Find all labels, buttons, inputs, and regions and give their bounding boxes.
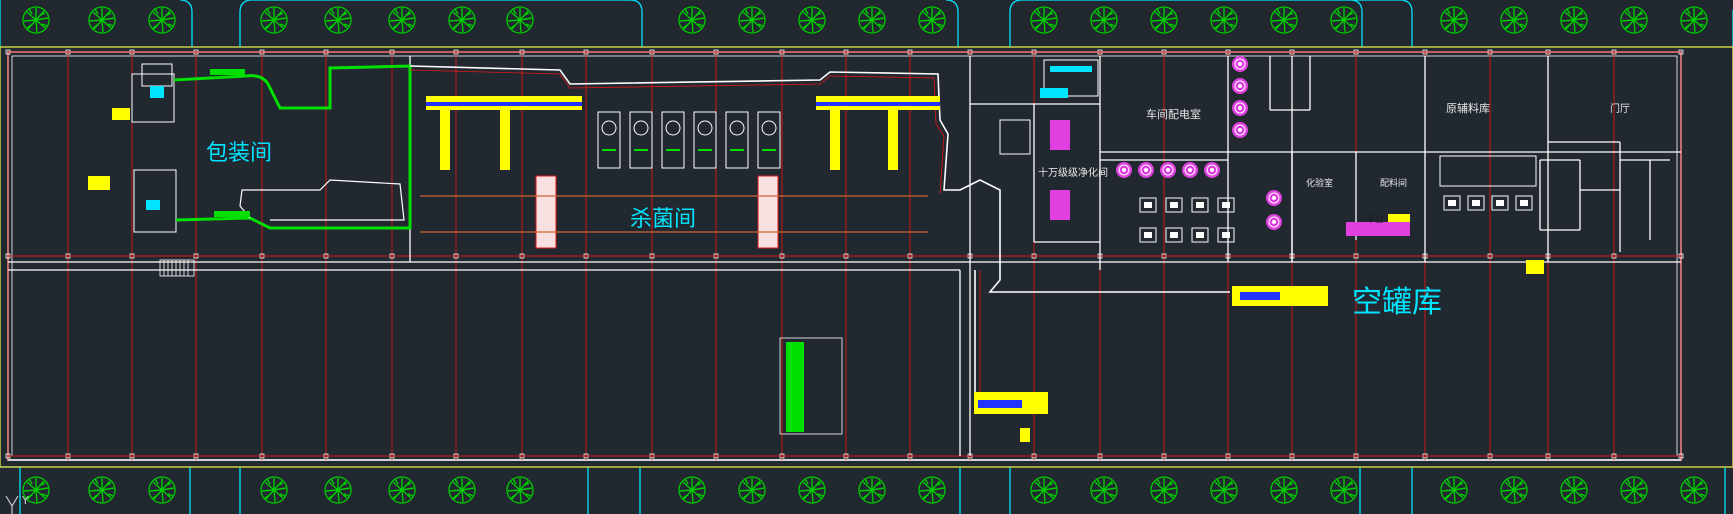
tank-icon: [1265, 213, 1283, 231]
tree-icon: [1620, 6, 1648, 34]
label-platform: 平台: [1366, 213, 1384, 225]
tree-icon: [858, 476, 886, 504]
tank-icon: [1159, 161, 1177, 179]
tree-icon: [1090, 476, 1118, 504]
tree-icon: [678, 6, 706, 34]
tree-icon: [1270, 476, 1298, 504]
tree-icon: [148, 476, 176, 504]
label-raw-material-storage: 原辅料库: [1446, 101, 1490, 115]
tank-icon: [1231, 121, 1249, 139]
tree-icon: [260, 6, 288, 34]
filler-machines: [1139, 195, 1533, 243]
label-purification-room: 十万级级净化间: [1038, 166, 1108, 179]
label-sterilization-room: 杀菌间: [630, 207, 696, 232]
tree-icon: [88, 476, 116, 504]
tree-icon: [1030, 6, 1058, 34]
tree-icon: [506, 6, 534, 34]
label-distribution-room: 车间配电室: [1146, 107, 1201, 121]
tank-icon: [1203, 161, 1221, 179]
trees-top: [22, 6, 1708, 34]
tank-icon: [1265, 189, 1283, 207]
label-packaging-room: 包装间: [206, 141, 272, 166]
tree-icon: [678, 476, 706, 504]
tank-icon: [1115, 161, 1133, 179]
tree-icon: [1440, 6, 1468, 34]
tree-icon: [1620, 476, 1648, 504]
tree-icon: [1030, 476, 1058, 504]
sterilizer-1: [426, 96, 582, 249]
can-stack: [779, 337, 843, 435]
tank-icon: [1231, 99, 1249, 117]
tree-icon: [448, 6, 476, 34]
palletizer-top: [112, 63, 175, 123]
tree-icon: [918, 476, 946, 504]
tree-icon: [1440, 476, 1468, 504]
tree-icon: [1500, 6, 1528, 34]
yellow-marker: [1526, 260, 1544, 274]
tree-icon: [1090, 6, 1118, 34]
tree-icon: [260, 476, 288, 504]
ucs-axis-icon: Y: [5, 494, 29, 514]
tree-icon: [1150, 476, 1178, 504]
label-lab: 化验室: [1306, 177, 1333, 189]
tank-icon: [1231, 55, 1249, 73]
tree-icon: [1330, 6, 1358, 34]
tree-icon: [448, 476, 476, 504]
tree-icon: [506, 476, 534, 504]
tree-icon: [1210, 6, 1238, 34]
tree-icon: [1500, 476, 1528, 504]
label-empty-can-storage: 空罐库: [1352, 285, 1442, 320]
tree-icon: [798, 476, 826, 504]
tank-icon: [1137, 161, 1155, 179]
sterilizer-2: [757, 96, 940, 249]
tree-icon: [148, 6, 176, 34]
factory-floor-plan: 包装间 杀菌间 空罐库 车间配电室 十万级级净化间 原辅料库 化验室 配料间 平…: [0, 0, 1733, 514]
tree-icon: [22, 6, 50, 34]
tree-icon: [388, 476, 416, 504]
tank-icon: [1181, 161, 1199, 179]
label-ingredient-room: 配料间: [1380, 177, 1407, 189]
landscape-top: [0, 0, 1733, 47]
tree-icon: [1210, 476, 1238, 504]
tree-icon: [324, 6, 352, 34]
retorts: [597, 111, 781, 169]
tree-icon: [1680, 476, 1708, 504]
tree-icon: [1680, 6, 1708, 34]
conveyor-lines: [173, 64, 1230, 400]
tree-icon: [324, 476, 352, 504]
tree-icon: [918, 6, 946, 34]
label-gate: 门厅: [1610, 102, 1630, 115]
tree-icon: [738, 6, 766, 34]
tree-icon: [1150, 6, 1178, 34]
tree-icon: [738, 476, 766, 504]
svg-text:Y: Y: [21, 494, 29, 507]
tank-icon: [1231, 77, 1249, 95]
tree-icon: [1560, 6, 1588, 34]
tree-icon: [88, 6, 116, 34]
tree-icon: [858, 6, 886, 34]
empty-can-feeder: [974, 286, 1328, 442]
tree-icon: [1270, 6, 1298, 34]
tree-icon: [1330, 476, 1358, 504]
tree-icon: [798, 6, 826, 34]
purification-units: [1043, 59, 1099, 220]
column-grid: [5, 49, 1684, 460]
tree-icon: [1560, 476, 1588, 504]
tree-icon: [388, 6, 416, 34]
trees-bottom: [22, 476, 1708, 504]
